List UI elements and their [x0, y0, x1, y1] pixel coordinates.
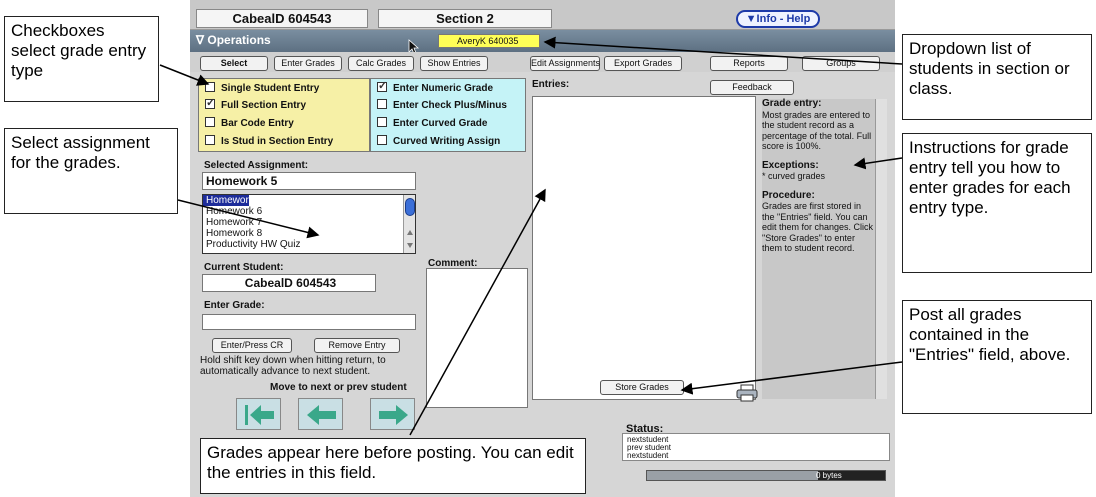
screenshot-stage: CabealD 604543 Section 2 ▼Info - Help ∇ … [0, 0, 1096, 497]
callout-instructions: Instructions for grade entry tell you ho… [902, 133, 1092, 273]
callout-select-assignment: Select assignment for the grades. [4, 128, 178, 214]
callout-dropdown: Dropdown list of students in section or … [902, 34, 1092, 120]
callout-checkboxes: Checkboxes select grade entry type [4, 16, 159, 102]
callout-post-grades: Post all grades contained in the "Entrie… [902, 300, 1092, 414]
callout-grades-appear: Grades appear here before posting. You c… [200, 438, 586, 494]
